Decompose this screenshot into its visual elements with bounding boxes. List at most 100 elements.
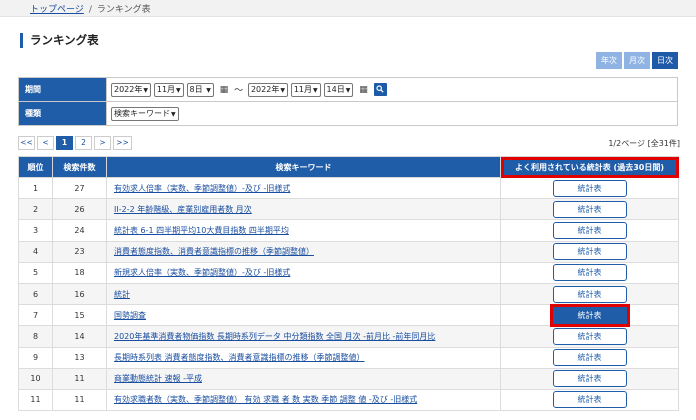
to-month-select[interactable]: 11月▼ [290, 82, 321, 97]
keyword-cell: 新規求人倍率（実数、季節調整値）-及び -旧様式 [106, 261, 501, 284]
keyword-link[interactable]: 新規求人倍率（実数、季節調整値）-及び -旧様式 [114, 268, 290, 277]
stats-table-button[interactable]: 統計表 [552, 391, 627, 409]
type-label: 種類 [18, 101, 107, 126]
rank-cell: 4 [18, 240, 53, 263]
keyword-cell: II-2-2 年齢階級、産業別雇用者数 月次 [106, 198, 501, 221]
stats-cell: 統計表 [500, 388, 679, 412]
stats-cell: 統計表 [500, 303, 679, 327]
stats-table-button[interactable]: 統計表 [552, 179, 627, 197]
type-row: 検索キーワード▼ [106, 101, 678, 126]
breadcrumb-current: ランキング表 [96, 5, 151, 15]
tab-monthly[interactable]: 月次 [624, 52, 650, 69]
pager-page-1[interactable]: 1 [56, 136, 73, 150]
breadcrumb: トップページ / ランキング表 [30, 2, 151, 15]
count-cell: 16 [52, 282, 107, 306]
header-rank: 順位 [18, 156, 53, 178]
keyword-cell: 国勢調査 [106, 304, 501, 327]
rank-cell: 7 [18, 304, 53, 327]
stats-table-button[interactable]: 統計表 [552, 200, 627, 218]
count-cell: 11 [52, 367, 107, 390]
table-row: 1 27 有効求人倍率（実数、季節調整値）-及び -旧様式 統計表 [18, 176, 679, 200]
table-row: 8 14 2020年基準消費者物価指数 長期時系列データ 中分類指数 全国 月次 -… [18, 325, 679, 348]
breadcrumb-home-link[interactable]: トップページ [30, 5, 84, 15]
ranking-table: 順位 検索件数 検索キーワード よく利用されている統計表 (過去30日間) 12… [18, 156, 679, 412]
pager-prev[interactable]: < [37, 136, 54, 150]
pager-next[interactable]: > [94, 136, 111, 150]
type-select[interactable]: 検索キーワード▼ [111, 106, 179, 121]
rank-cell: 6 [18, 282, 53, 306]
rank-cell: 1 [18, 176, 53, 200]
keyword-link[interactable]: 商業動態統計 速報 -平成 [114, 374, 202, 383]
breadcrumb-separator: / [88, 5, 92, 15]
stats-cell: 統計表 [500, 240, 679, 263]
period-label: 期間 [18, 77, 107, 102]
search-icon [376, 85, 384, 93]
stats-cell: 統計表 [500, 325, 679, 348]
stats-cell: 統計表 [500, 282, 679, 306]
calendar-icon[interactable]: ▦ [359, 85, 368, 95]
rank-cell: 11 [18, 388, 53, 412]
rank-cell: 5 [18, 261, 53, 284]
count-cell: 15 [52, 304, 107, 327]
stats-cell: 統計表 [500, 346, 679, 369]
keyword-link[interactable]: 統計 [114, 290, 130, 299]
keyword-link[interactable]: 消費者態度指数、消費者意識指標の推移（季節調整値） [114, 247, 314, 256]
pager-page-2[interactable]: 2 [75, 136, 92, 150]
rank-cell: 3 [18, 219, 53, 242]
stats-table-button[interactable]: 統計表 [552, 349, 627, 367]
stats-table-button[interactable]: 統計表 [552, 243, 627, 261]
count-cell: 23 [52, 240, 107, 263]
keyword-link[interactable]: 有効求人倍率（実数、季節調整値）-及び -旧様式 [114, 184, 290, 193]
keyword-cell: 有効求職者数（実数、季節調整値） 有効 求職 者 数 実数 季節 調整 値 -及… [106, 388, 501, 412]
table-row: 3 24 統計表 6-1 四半期平均10大費目指数 四半期平均 統計表 [18, 219, 679, 242]
stats-table-button[interactable]: 統計表 [552, 327, 627, 345]
calendar-icon[interactable]: ▦ [220, 85, 229, 95]
count-cell: 14 [52, 325, 107, 348]
count-cell: 18 [52, 261, 107, 284]
period-row: 2022年▼ 11月▼ 8日 ▼ ▦ ～ 2022年▼ 11月▼ 14日▼ ▦ [106, 77, 678, 102]
count-cell: 27 [52, 176, 107, 200]
keyword-link[interactable]: 2020年基準消費者物価指数 長期時系列データ 中分類指数 全国 月次 -前月比… [114, 332, 435, 341]
table-row: 6 16 統計 統計表 [18, 282, 679, 306]
keyword-link[interactable]: 有効求職者数（実数、季節調整値） 有効 求職 者 数 実数 季節 調整 値 -及… [114, 395, 417, 404]
stats-table-button[interactable]: 統計表 [552, 285, 627, 303]
keyword-cell: 消費者態度指数、消費者意識指標の推移（季節調整値） [106, 240, 501, 263]
stats-cell: 統計表 [500, 198, 679, 221]
stats-table-button[interactable]: 統計表 [552, 370, 627, 388]
table-row: 5 18 新規求人倍率（実数、季節調整値）-及び -旧様式 統計表 [18, 261, 679, 284]
table-row: 10 11 商業動態統計 速報 -平成 統計表 [18, 367, 679, 390]
rank-cell: 10 [18, 367, 53, 390]
rank-cell: 9 [18, 346, 53, 369]
to-year-select[interactable]: 2022年▼ [247, 82, 288, 97]
pager-last[interactable]: >> [113, 136, 132, 150]
table-row: 11 11 有効求職者数（実数、季節調整値） 有効 求職 者 数 実数 季節 調整 … [18, 388, 679, 412]
table-row: 9 13 長期時系列表 消費者態度指数、消費者意識指標の推移（季節調整値） 統計表 [18, 346, 679, 369]
stats-cell: 統計表 [500, 261, 679, 284]
stats-table-button[interactable]: 統計表 [549, 303, 630, 327]
pager-first[interactable]: << [18, 136, 35, 150]
page-title: ランキング表 [20, 33, 99, 48]
search-conditions: 期間 2022年▼ 11月▼ 8日 ▼ ▦ ～ 2022年▼ 11月▼ 14日▼… [18, 77, 678, 126]
from-month-select[interactable]: 11月▼ [153, 82, 184, 97]
stats-table-button[interactable]: 統計表 [552, 221, 627, 239]
keyword-link[interactable]: 長期時系列表 消費者態度指数、消費者意識指標の推移（季節調整値） [114, 353, 365, 362]
search-button[interactable] [373, 83, 387, 96]
keyword-cell: 商業動態統計 速報 -平成 [106, 367, 501, 390]
keyword-link[interactable]: 国勢調査 [114, 311, 146, 320]
keyword-link[interactable]: II-2-2 年齢階級、産業別雇用者数 月次 [114, 205, 252, 214]
stats-table-button[interactable]: 統計表 [552, 264, 627, 282]
header-count: 検索件数 [52, 156, 107, 178]
keyword-link[interactable]: 統計表 6-1 四半期平均10大費目指数 四半期平均 [114, 226, 289, 235]
tab-daily[interactable]: 日次 [652, 52, 678, 69]
range-tilde: ～ [234, 86, 244, 96]
keyword-cell: 2020年基準消費者物価指数 長期時系列データ 中分類指数 全国 月次 -前月比… [106, 325, 501, 348]
from-year-select[interactable]: 2022年▼ [111, 82, 151, 97]
tab-yearly[interactable]: 年次 [596, 52, 622, 69]
count-cell: 26 [52, 198, 107, 221]
from-day-select[interactable]: 8日 ▼ [186, 82, 214, 97]
to-day-select[interactable]: 14日▼ [323, 82, 354, 97]
keyword-cell: 統計表 6-1 四半期平均10大費目指数 四半期平均 [106, 219, 501, 242]
stats-cell: 統計表 [500, 367, 679, 390]
count-cell: 13 [52, 346, 107, 369]
stats-cell: 統計表 [500, 219, 679, 242]
